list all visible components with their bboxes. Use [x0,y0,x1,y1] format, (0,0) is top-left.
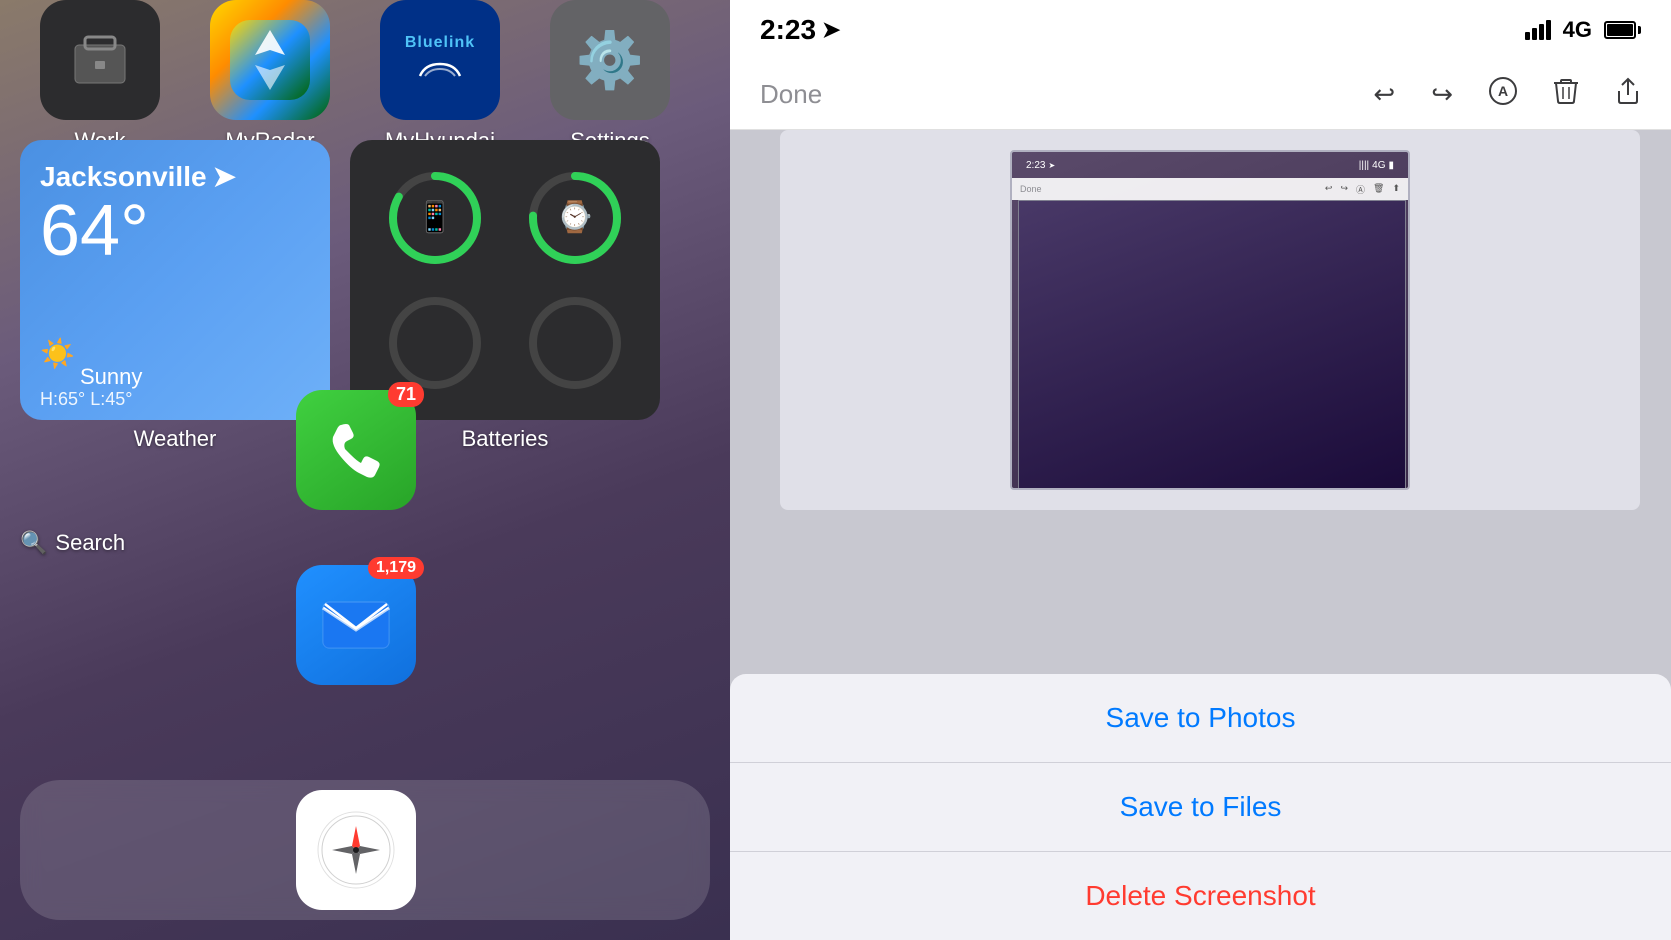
search-icon: 🔍 [20,530,47,556]
bluelink-icon: Bluelink [380,0,500,120]
app-myhyundai[interactable]: Bluelink MyHyundai [360,0,520,154]
batteries-widget[interactable]: 📱 ⌚ [350,140,660,420]
toolbar: Done ↩ ↪ A [730,60,1671,130]
weather-widget[interactable]: Jacksonville ➤ 64° ☀️ Sunny H:65° L:45° [20,140,330,420]
share-icon[interactable] [1615,77,1641,112]
location-arrow-icon: ➤ [822,17,840,43]
battery-icon [1604,21,1641,39]
mail-badge: 1,179 [368,557,424,579]
action-sheet: Save to Photos Save to Files Delete Scre… [730,674,1671,940]
app-myradar[interactable]: MyRadar [190,0,350,154]
batteries-widget-container: 📱 ⌚ [350,140,660,420]
preview-markup-icon: Ⓐ [1356,183,1365,196]
app-settings[interactable]: ⚙️ Settings [530,0,690,154]
preview-frame: 2:23 ➤ |||| 4G ▮ Done ↩ ↪ Ⓐ 🗑 ⬆ [1010,150,1410,490]
battery-empty-2 [510,285,640,400]
safari-app-container[interactable] [296,790,416,910]
weather-widget-container: Jacksonville ➤ 64° ☀️ Sunny H:65° L:45° … [20,140,330,420]
battery-watch: ⌚ [510,160,640,275]
status-time: 2:23 ➤ [760,14,840,46]
preview-done-label: Done [1020,184,1042,194]
weather-hl: H:65° L:45° [40,389,132,410]
delete-screenshot-button[interactable]: Delete Screenshot [730,852,1671,940]
weather-city: Jacksonville ➤ [40,160,310,193]
left-panel: Work MyRadar [0,0,730,940]
mail-app-icon: 1,179 [296,565,416,685]
weather-label: Weather [20,426,330,452]
myradar-icon [210,0,330,120]
done-button[interactable]: Done [760,79,822,110]
right-panel: 2:23 ➤ 4G Done ↩ ↪ [730,0,1671,940]
redo-icon[interactable]: ↪ [1431,79,1453,110]
weather-temp: 64° [40,195,310,267]
preview-toolbar-icons: ↩ ↪ Ⓐ 🗑 ⬆ [1325,183,1400,196]
undo-icon[interactable]: ↩ [1373,79,1395,110]
preview-delete-icon: 🗑 [1373,183,1384,196]
weather-condition: Sunny [80,364,142,390]
preview-inner [1018,200,1406,490]
mail-app-container[interactable]: 1,179 [296,565,416,685]
battery-empty-1 [370,285,500,400]
toolbar-icons: ↩ ↪ A [1373,77,1641,112]
preview-area: 2:23 ➤ |||| 4G ▮ Done ↩ ↪ Ⓐ 🗑 ⬆ [780,130,1640,510]
status-bar: 2:23 ➤ 4G [730,0,1671,60]
weather-sun-icon: ☀️ [40,337,75,370]
phone-app-icon: 71 [296,390,416,510]
preview-status: 2:23 ➤ |||| 4G ▮ [1012,160,1408,171]
top-apps-row: Work MyRadar [0,0,730,154]
phone-app-container[interactable]: 71 [296,390,416,510]
markup-icon[interactable]: A [1489,77,1517,112]
settings-icon: ⚙️ [550,0,670,120]
network-type: 4G [1563,17,1592,43]
preview-undo-icon: ↩ [1325,183,1333,196]
signal-bars-icon [1525,20,1551,40]
app-work[interactable]: Work [20,0,180,154]
search-bar[interactable]: 🔍 Search [20,530,710,556]
status-right: 4G [1525,17,1641,43]
widgets-row: Jacksonville ➤ 64° ☀️ Sunny H:65° L:45° … [20,140,660,420]
preview-share-icon: ⬆ [1392,183,1400,196]
save-to-files-button[interactable]: Save to Files [730,763,1671,852]
watch-icon: ⌚ [556,200,593,235]
work-icon [40,0,160,120]
battery-phone: 📱 [370,160,500,275]
preview-redo-icon: ↪ [1340,183,1348,196]
delete-icon[interactable] [1553,77,1579,112]
svg-text:A: A [1498,83,1508,99]
phone-badge: 71 [388,382,424,407]
phone-icon: 📱 [416,200,453,235]
search-text: Search [55,530,125,556]
save-to-photos-button[interactable]: Save to Photos [730,674,1671,763]
safari-icon [296,790,416,910]
preview-toolbar: Done ↩ ↪ Ⓐ 🗑 ⬆ [1012,178,1408,200]
